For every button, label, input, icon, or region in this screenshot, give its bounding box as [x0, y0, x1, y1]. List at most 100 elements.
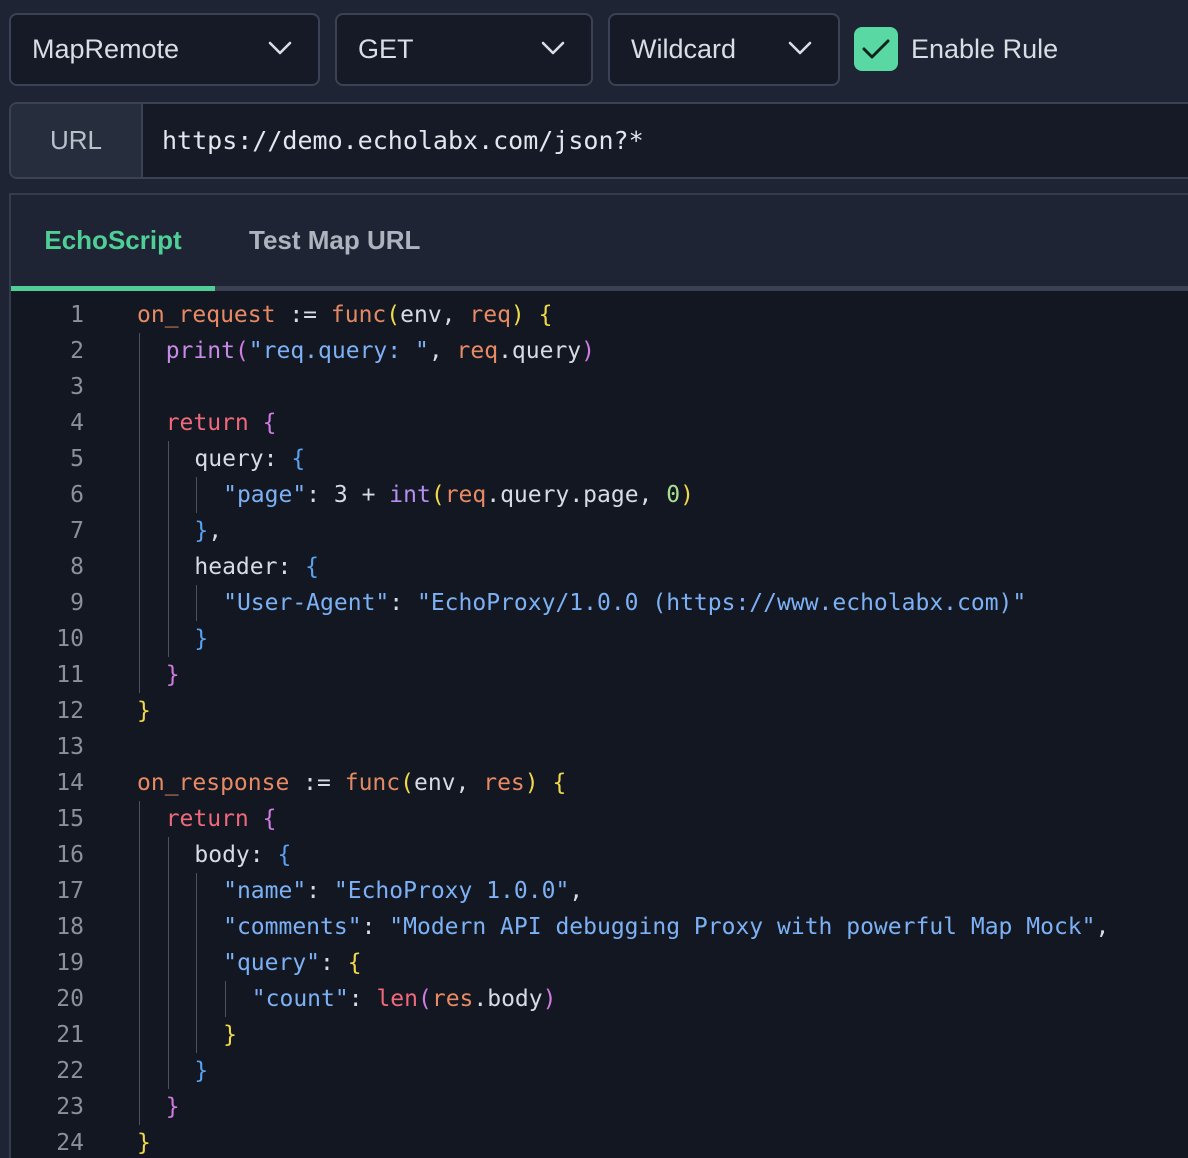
indent-guide [196, 873, 198, 909]
code-text: } [137, 1125, 151, 1158]
chevron-down-icon [541, 41, 565, 55]
code-token: { [305, 554, 320, 580]
code-token: len [376, 986, 418, 1012]
code-token: "User-Agent" [223, 590, 390, 616]
code-token: } [137, 1130, 151, 1156]
code-text: return { [166, 405, 277, 441]
code-token: { [262, 806, 277, 832]
code-line: 11} [11, 657, 1188, 693]
code-line: 20 "count": len(res.body) [11, 981, 1188, 1017]
code-text: "page": 3 + int(req.query.page, 0) [223, 477, 694, 513]
code-token: , [569, 878, 584, 904]
code-token: ( [417, 986, 432, 1012]
code-token: } [165, 662, 180, 688]
code-token: { [538, 302, 553, 328]
indent-guide [196, 585, 198, 621]
code-line: 19 "query": { [11, 945, 1188, 981]
line-number: 5 [70, 446, 84, 472]
tab-echoscript[interactable]: EchoScript [11, 195, 215, 291]
line-number: 2 [70, 338, 84, 364]
code-token: : [361, 914, 390, 940]
match-mode-select[interactable]: Wildcard [608, 13, 840, 86]
indent-guide [196, 981, 198, 1017]
line-number: 3 [70, 374, 84, 400]
code-text: "name": "EchoProxy 1.0.0", [223, 873, 583, 909]
code-token: ) [542, 986, 557, 1012]
code-token: .query [498, 338, 582, 364]
indent-guide [196, 1017, 198, 1053]
code-line: 5 query: { [11, 441, 1188, 477]
enable-rule-toggle[interactable]: Enable Rule [854, 27, 1058, 71]
code-token: 0 [666, 482, 681, 508]
indent-guide [139, 369, 140, 405]
code-text: } [223, 1017, 237, 1053]
rule-type-select[interactable]: MapRemote [9, 13, 320, 86]
code-text: "count": len(res.body) [252, 981, 557, 1017]
code-editor[interactable]: 1 on_request := func(env, req) { 2 print("r… [11, 291, 1188, 1158]
code-token: } [137, 698, 151, 724]
code-line: 8 header: { [11, 549, 1188, 585]
line-number: 18 [56, 914, 84, 940]
code-line: 1 on_request := func(env, req) { [11, 297, 1188, 333]
code-token: : [348, 986, 377, 1012]
line-number: 19 [56, 950, 84, 976]
indent-guide [167, 477, 169, 513]
code-token: { [552, 770, 567, 796]
line-number: 12 [56, 698, 84, 724]
code-token: { [262, 410, 277, 436]
code-token: } [223, 1022, 237, 1048]
code-token: "page" [223, 482, 307, 508]
indent-guide [139, 621, 140, 657]
indent-guide [139, 513, 140, 549]
code-token: { [291, 446, 306, 472]
checkmark-icon [862, 39, 890, 59]
code-token: : [306, 878, 334, 904]
code-token: } [194, 1058, 209, 1084]
code-text: } [137, 693, 151, 729]
code-line: 4 return { [11, 405, 1188, 441]
code-text: "query": { [223, 945, 362, 981]
code-token: ) [581, 338, 596, 364]
enable-rule-label: Enable Rule [911, 33, 1059, 64]
indent-guide [139, 333, 140, 369]
indent-guide [196, 477, 198, 513]
indent-guide [139, 873, 140, 909]
http-method-select[interactable]: GET [335, 13, 593, 86]
line-number: 21 [56, 1022, 84, 1048]
line-number: 13 [56, 734, 84, 760]
indent-guide [139, 657, 140, 693]
code-line: 14 on_response := func(env, res) { [11, 765, 1188, 801]
code-token: .query.page, [486, 482, 667, 508]
code-text: print("req.query: ", req.query) [166, 333, 595, 369]
code-token: := [275, 302, 331, 328]
code-token: : 3 + [306, 482, 390, 508]
indent-guide [196, 945, 198, 981]
code-line: 24} [11, 1125, 1188, 1158]
code-line: 18 "comments": "Modern API debugging Prox… [11, 909, 1188, 945]
indent-guide [139, 945, 140, 981]
code-line: 13 [11, 729, 1188, 765]
indent-guide [139, 1017, 140, 1053]
indent-guide [167, 585, 169, 621]
indent-guide [167, 621, 169, 657]
enable-rule-checkbox[interactable] [854, 27, 898, 71]
indent-guide [139, 1053, 140, 1089]
code-token: env, [400, 302, 470, 328]
url-input[interactable] [143, 104, 1188, 177]
tab-test-map-url[interactable]: Test Map URL [249, 195, 420, 286]
code-text: } [166, 1089, 180, 1125]
code-token: "name" [223, 878, 307, 904]
line-number: 17 [56, 878, 84, 904]
code-token: "query" [223, 950, 321, 976]
code-line: 6 "page": 3 + int(req.query.page, 0) [11, 477, 1188, 513]
code-token: ) [680, 482, 694, 508]
line-number: 6 [70, 482, 84, 508]
indent-guide [139, 981, 140, 1017]
code-token: "req.query: " [248, 338, 429, 364]
code-text: }, [194, 513, 222, 549]
code-line: 23} [11, 1089, 1188, 1125]
indent-guide [167, 1053, 169, 1089]
line-number: 1 [70, 302, 84, 328]
code-token: , [428, 338, 457, 364]
